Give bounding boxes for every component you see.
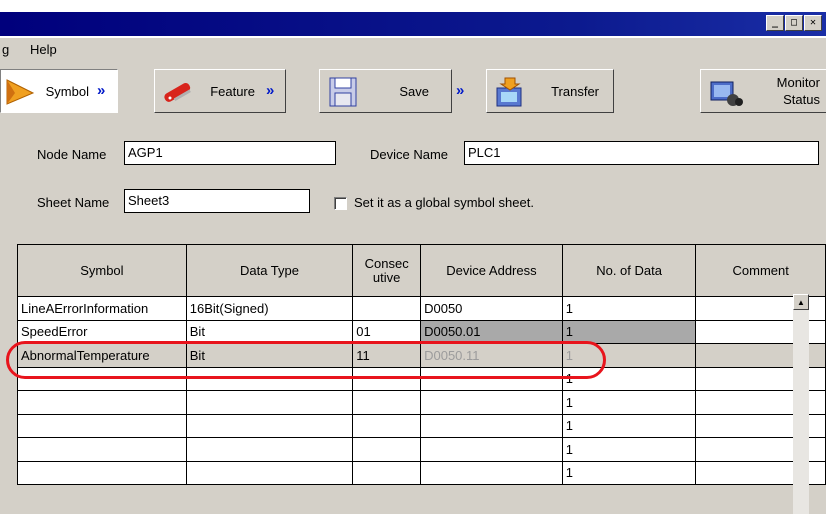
title-bar: _ □ ✕ xyxy=(0,0,826,38)
node-name-field[interactable]: AGP1 xyxy=(124,141,336,165)
cell-device-address[interactable]: D0050.01 xyxy=(420,319,563,344)
cell-data-type[interactable] xyxy=(185,413,354,438)
cell-consecutive[interactable] xyxy=(352,460,422,485)
symbol-table: Symbol Data Type Consec utive Device Add… xyxy=(17,244,826,485)
cell-device-address[interactable]: D0050.11 xyxy=(420,343,563,368)
cell-consecutive[interactable]: 01 xyxy=(352,319,422,344)
table-row[interactable]: SpeedError Bit 01 D0050.01 1 xyxy=(17,319,826,344)
save-label: Save xyxy=(399,83,429,99)
cell-no-of-data[interactable]: 1 xyxy=(561,319,697,344)
column-header-consecutive-line1: Consec xyxy=(364,255,409,271)
column-header-consecutive[interactable]: Consec utive xyxy=(352,244,422,297)
cell-symbol[interactable]: SpeedError xyxy=(17,319,187,344)
cell-data-type[interactable] xyxy=(185,390,354,415)
sheet-name-field[interactable]: Sheet3 xyxy=(124,189,310,213)
column-header-comment[interactable]: Comment xyxy=(695,244,826,297)
arrow-icon: » xyxy=(266,82,275,99)
table-row[interactable]: 1 xyxy=(17,460,826,485)
cell-consecutive[interactable] xyxy=(352,296,422,321)
scroll-up-arrow[interactable]: ▲ xyxy=(793,294,809,310)
cell-consecutive[interactable] xyxy=(352,437,422,462)
cell-consecutive[interactable] xyxy=(352,413,422,438)
menu-item-help[interactable]: Help xyxy=(30,42,57,57)
sheet-properties-panel: Node Name AGP1 Device Name PLC1 Sheet Na… xyxy=(0,122,826,244)
swiss-knife-icon xyxy=(164,82,191,102)
cell-no-of-data[interactable]: 1 xyxy=(561,413,697,438)
cell-device-address[interactable] xyxy=(420,413,563,438)
cell-symbol[interactable] xyxy=(17,437,187,462)
table-row[interactable]: 1 xyxy=(17,437,826,462)
minimize-button[interactable]: _ xyxy=(766,15,784,31)
menu-bar: g Help xyxy=(0,38,826,60)
column-header-data-type[interactable]: Data Type xyxy=(185,244,354,297)
column-header-consecutive-line2: utive xyxy=(372,269,401,285)
table-row[interactable]: LineAErrorInformation 16Bit(Signed) D005… xyxy=(17,296,826,321)
cell-symbol[interactable] xyxy=(17,366,187,391)
cell-symbol[interactable] xyxy=(17,390,187,415)
cell-device-address[interactable] xyxy=(420,390,563,415)
transfer-button[interactable]: Transfer xyxy=(486,69,614,113)
vertical-scrollbar[interactable] xyxy=(793,310,809,514)
cell-consecutive[interactable]: 11 xyxy=(352,343,422,368)
menu-item-partial[interactable]: g xyxy=(2,42,9,57)
title-bar-band xyxy=(0,12,826,36)
floppy-disk-icon xyxy=(329,77,357,107)
cell-symbol[interactable] xyxy=(17,460,187,485)
cell-data-type[interactable] xyxy=(185,437,354,462)
cell-device-address[interactable] xyxy=(420,437,563,462)
device-name-field[interactable]: PLC1 xyxy=(464,141,819,165)
table-row[interactable]: 1 xyxy=(17,366,826,391)
device-name-label: Device Name xyxy=(370,147,449,162)
monitor-label-line1: Monitor xyxy=(776,75,820,90)
cell-no-of-data[interactable]: 1 xyxy=(561,390,697,415)
table-header-row: Symbol Data Type Consec utive Device Add… xyxy=(17,244,826,297)
monitor-label-line2: Status xyxy=(783,92,820,107)
cell-no-of-data[interactable]: 1 xyxy=(561,296,697,321)
cell-device-address[interactable] xyxy=(420,460,563,485)
symbol-grid-area: Symbol Data Type Consec utive Device Add… xyxy=(0,244,826,514)
maximize-button[interactable]: □ xyxy=(785,15,803,31)
cell-symbol[interactable]: AbnormalTemperature xyxy=(17,343,187,368)
cell-data-type[interactable]: Bit xyxy=(185,343,354,368)
cell-symbol[interactable]: LineAErrorInformation xyxy=(17,296,187,321)
cell-no-of-data[interactable]: 1 xyxy=(561,460,697,485)
cell-consecutive[interactable] xyxy=(352,366,422,391)
cell-no-of-data[interactable]: 1 xyxy=(561,343,697,368)
cell-data-type[interactable]: 16Bit(Signed) xyxy=(185,296,354,321)
monitor-camera-icon xyxy=(710,81,743,106)
monitor-status-label: Monitor Status xyxy=(777,74,820,108)
toolbar: Symbol » Feature » Save » Transfer Monit… xyxy=(0,60,826,122)
feature-label: Feature xyxy=(210,83,255,99)
node-name-label: Node Name xyxy=(37,147,107,162)
symbol-label: Symbol xyxy=(45,83,89,99)
arrow-icon: » xyxy=(456,82,465,99)
cell-consecutive[interactable] xyxy=(352,390,422,415)
table-row[interactable]: 1 xyxy=(17,390,826,415)
global-sheet-checkbox[interactable] xyxy=(334,197,347,210)
cell-symbol[interactable] xyxy=(17,413,187,438)
table-row[interactable]: 1 xyxy=(17,413,826,438)
column-header-no-of-data[interactable]: No. of Data xyxy=(561,244,697,297)
cell-device-address[interactable]: D0050 xyxy=(420,296,563,321)
cell-no-of-data[interactable]: 1 xyxy=(561,366,697,391)
cell-no-of-data[interactable]: 1 xyxy=(561,437,697,462)
symbol-icon xyxy=(6,79,35,105)
monitor-status-button[interactable]: Monitor Status xyxy=(700,69,826,113)
table-row-highlighted[interactable]: AbnormalTemperature Bit 11 D0050.11 1 xyxy=(17,343,826,368)
column-header-device-address[interactable]: Device Address xyxy=(420,244,563,297)
cell-data-type[interactable]: Bit xyxy=(185,319,354,344)
transfer-icon xyxy=(496,77,522,107)
cell-data-type[interactable] xyxy=(185,460,354,485)
window-controls: _ □ ✕ xyxy=(766,15,822,31)
arrow-icon: » xyxy=(97,82,106,99)
cell-data-type[interactable] xyxy=(185,366,354,391)
sheet-name-label: Sheet Name xyxy=(37,195,110,210)
global-sheet-label: Set it as a global symbol sheet. xyxy=(354,195,534,210)
cell-device-address[interactable] xyxy=(420,366,563,391)
close-button[interactable]: ✕ xyxy=(804,15,822,31)
column-header-symbol[interactable]: Symbol xyxy=(17,244,187,297)
save-button[interactable]: Save xyxy=(319,69,452,113)
transfer-label: Transfer xyxy=(551,83,599,99)
